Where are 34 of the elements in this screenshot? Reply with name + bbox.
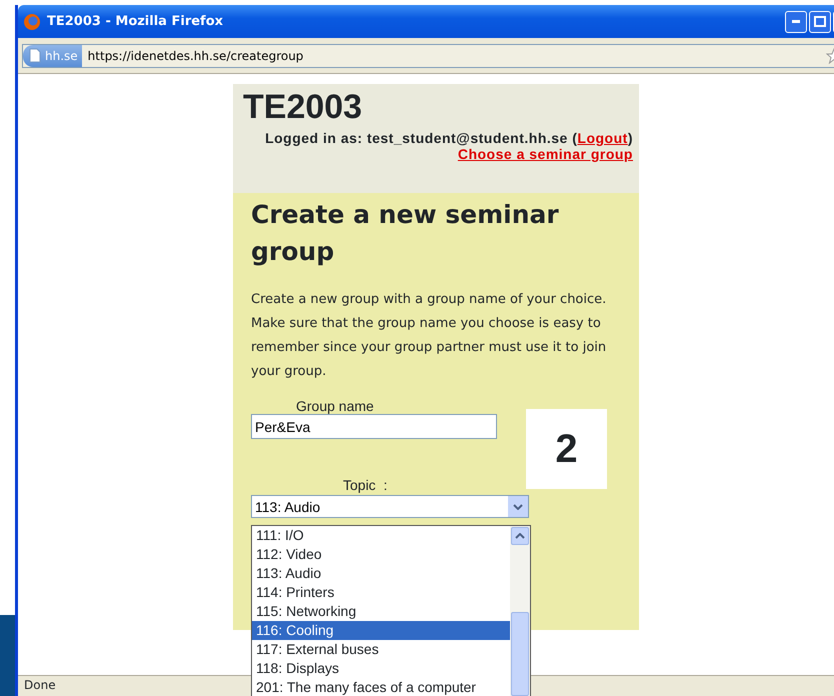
status-text: Done [24,678,56,692]
topic-option[interactable]: 112: Video [252,545,510,564]
page-icon [29,48,41,63]
topic-option[interactable]: 111: I/O [252,526,510,545]
step-number: 2 [526,409,607,489]
course-title: TE2003 [243,90,364,124]
logged-in-text: Logged in as: test_student@student.hh.se (Logout) [264,130,633,146]
page-heading: Create a new seminar group [251,199,560,268]
maximize-icon [814,16,826,27]
topic-dropdown[interactable]: 113: Audio [251,495,529,518]
topic-option[interactable]: 116: Cooling [252,621,510,640]
window-title: TE2003 - Mozilla Firefox [47,14,224,29]
browser-logo-icon [23,12,41,30]
topic-label: Topic : [343,477,388,493]
address-field[interactable]: hh.se https://idenetdes.hh.se/creategroup [22,44,834,68]
scrollbar-thumb[interactable] [511,612,529,696]
url-text: https://idenetdes.hh.se/creategroup [86,48,304,62]
minimize-icon [792,20,800,23]
topic-option[interactable]: 113: Audio [252,564,510,583]
topic-option[interactable]: 201: The many faces of a computer [252,678,510,696]
scroll-up-icon[interactable] [515,533,525,539]
choose-group-link[interactable]: Choose a seminar group [458,146,633,162]
topic-option[interactable]: 117: External buses [252,640,510,659]
logout-link[interactable]: Logout [577,130,628,146]
caret-icon [513,504,523,510]
group-name-field[interactable]: Per&Eva [251,414,497,439]
group-name-label: Group name [296,398,374,414]
maximize-button[interactable] [809,10,831,32]
topic-option[interactable]: 118: Displays [252,659,510,678]
minimize-button[interactable] [785,10,807,32]
scrollbar[interactable] [510,526,530,696]
description-text: Create a new group with a group name of your choice. Make sure that the group name you choose is easy to remember since your group partner must use it to join your group. [251,291,608,381]
topic-option[interactable]: 114: Printers [252,583,510,602]
topic-option[interactable]: 115: Networking [252,602,510,621]
